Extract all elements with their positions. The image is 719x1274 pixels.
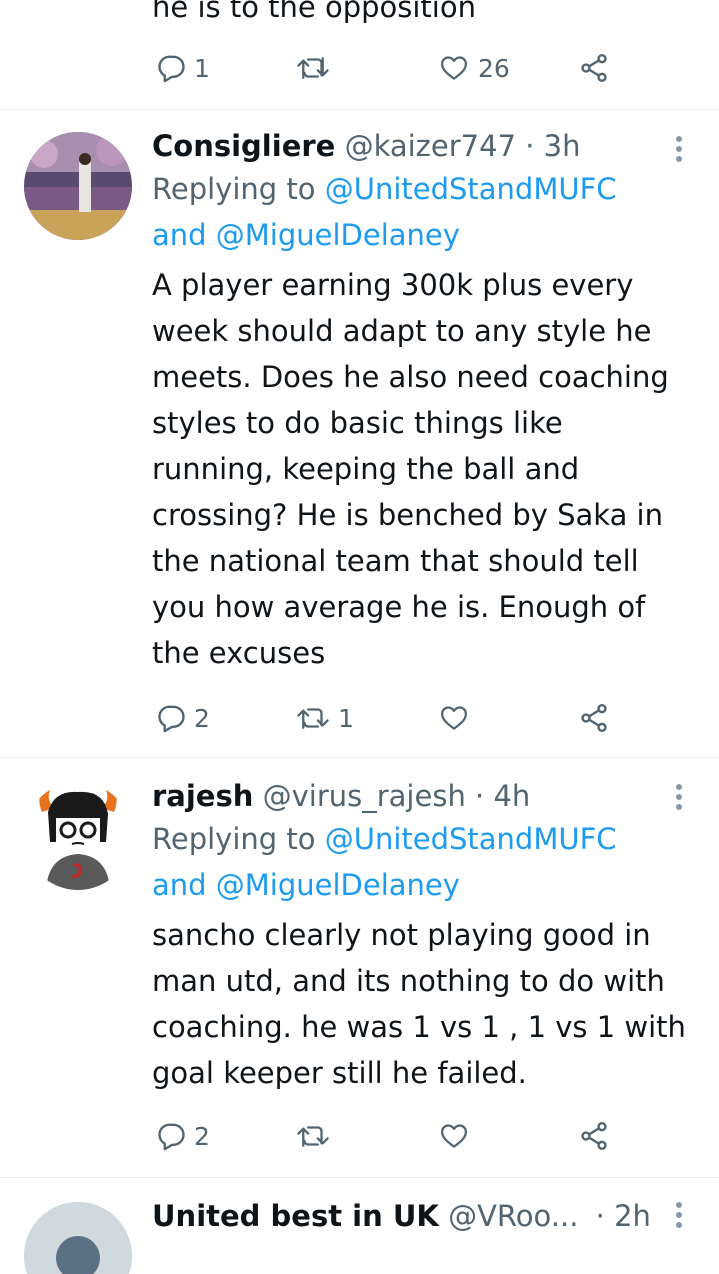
partial-tweet[interactable]: he is to the opposition 1 26 [0, 0, 719, 110]
default-avatar-icon [24, 1202, 132, 1274]
timestamp[interactable]: 3h [544, 129, 581, 163]
timestamp[interactable]: 4h [493, 779, 530, 813]
separator: · [475, 779, 485, 813]
tweet-content: rajesh @virus_rajesh · 4h Replying to @U… [152, 776, 697, 1096]
tweet-text-line: you how average he is. Enough of [152, 590, 646, 624]
reply-count: 2 [194, 703, 210, 733]
reply-count: 2 [194, 1121, 210, 1151]
heart-icon [441, 1124, 467, 1148]
like-button[interactable] [438, 698, 478, 738]
tweet-text-line: man utd, and its nothing to do with [152, 964, 665, 998]
tweet-feed: he is to the opposition 1 26 Consigliere… [0, 0, 719, 1274]
tweet-text-line: meets. Does he also need coaching [152, 360, 669, 394]
tweet-text: sancho clearly not playing good in man u… [152, 912, 697, 1096]
tweet-united-best[interactable]: United best in UK @VRoo... · 2h [0, 1178, 719, 1274]
retweet-icon [297, 708, 329, 729]
avatar-image [24, 782, 132, 890]
and-link[interactable]: and [152, 218, 207, 252]
avatar[interactable] [24, 132, 132, 240]
like-count: 26 [478, 53, 510, 83]
tweet-consigliere[interactable]: Consigliere @kaizer747 · 3h Replying to … [0, 110, 719, 758]
retweet-icon [297, 1126, 329, 1147]
tweet-actions: 2 1 [152, 698, 622, 738]
reply-button[interactable]: 2 [156, 698, 210, 738]
share-button[interactable] [578, 698, 610, 738]
tweet-text-line: week should adapt to any style he [152, 314, 652, 348]
tweet-text-line: styles to do basic things like [152, 406, 563, 440]
heart-icon [441, 56, 467, 80]
retweet-button[interactable]: 1 [296, 698, 354, 738]
tweet-actions: 1 26 [152, 48, 622, 88]
tweet-header: United best in UK @VRoo... · 2h [152, 1196, 697, 1236]
display-name[interactable]: rajesh [152, 779, 253, 813]
mention-link[interactable]: @MiguelDelaney [216, 218, 460, 252]
separator: · [595, 1199, 605, 1233]
replying-to-cont: and @MiguelDelaney [152, 212, 697, 258]
replying-prefix: Replying to [152, 822, 316, 856]
tweet-text: A player earning 300k plus every week sh… [152, 262, 697, 676]
tweet-header: rajesh @virus_rajesh · 4h [152, 776, 697, 816]
tweet-text-line: the excuses [152, 636, 326, 670]
mention-link[interactable]: @UnitedStandMUFC [325, 822, 617, 856]
retweet-count: 1 [338, 703, 354, 733]
display-name[interactable]: Consigliere [152, 129, 335, 163]
avatar[interactable] [24, 782, 132, 890]
user-handle[interactable]: @VRoo... [448, 1199, 578, 1233]
tweet-text-line: sancho clearly not playing good in [152, 918, 651, 952]
replying-to-cont: and @MiguelDelaney [152, 862, 697, 908]
share-icon [581, 1122, 607, 1150]
tweet-rajesh[interactable]: rajesh @virus_rajesh · 4h Replying to @U… [0, 758, 719, 1178]
user-handle[interactable]: @virus_rajesh [263, 779, 466, 813]
tweet-text: he is to the opposition [152, 0, 476, 24]
tweet-text-line: running, keeping the ball and [152, 452, 580, 486]
display-name[interactable]: United best in UK [152, 1199, 439, 1233]
replying-to: Replying to @UnitedStandMUFC [152, 816, 697, 862]
separator: · [525, 129, 535, 163]
mention-link[interactable]: @UnitedStandMUFC [325, 172, 617, 206]
reply-icon [158, 55, 185, 83]
reply-icon [158, 1123, 185, 1151]
reply-button[interactable]: 2 [156, 1116, 210, 1156]
tweet-text-line: A player earning 300k plus every [152, 268, 634, 302]
tweet-content: Consigliere @kaizer747 · 3h Replying to … [152, 126, 697, 676]
heart-icon [441, 706, 467, 730]
tweet-content: United best in UK @VRoo... · 2h [152, 1196, 697, 1236]
mention-link[interactable]: @MiguelDelaney [216, 868, 460, 902]
reply-button[interactable]: 1 [156, 48, 210, 88]
share-icon [581, 54, 607, 82]
share-button[interactable] [578, 1116, 610, 1156]
tweet-text-line: coaching. he was 1 vs 1 , 1 vs 1 with [152, 1010, 686, 1044]
like-button[interactable] [438, 1116, 478, 1156]
tweet-header: Consigliere @kaizer747 · 3h [152, 126, 697, 166]
and-link[interactable]: and [152, 868, 207, 902]
replying-prefix: Replying to [152, 172, 316, 206]
retweet-icon [297, 57, 329, 79]
like-button[interactable]: 26 [438, 48, 510, 88]
retweet-button[interactable] [296, 48, 338, 88]
avatar-image [24, 132, 132, 240]
reply-count: 1 [194, 53, 210, 83]
tweet-text-line: crossing? He is benched by Saka in [152, 498, 663, 532]
user-handle[interactable]: @kaizer747 [345, 129, 516, 163]
timestamp[interactable]: 2h [614, 1199, 651, 1233]
tweet-text-line: the national team that should tell [152, 544, 639, 578]
replying-to: Replying to @UnitedStandMUFC [152, 166, 697, 212]
tweet-text-line: goal keeper still he failed. [152, 1056, 527, 1090]
reply-icon [158, 705, 185, 733]
avatar[interactable] [24, 1202, 132, 1274]
retweet-button[interactable] [296, 1116, 338, 1156]
share-icon [581, 704, 607, 732]
tweet-actions: 2 [152, 1116, 622, 1156]
share-button[interactable] [578, 48, 610, 88]
